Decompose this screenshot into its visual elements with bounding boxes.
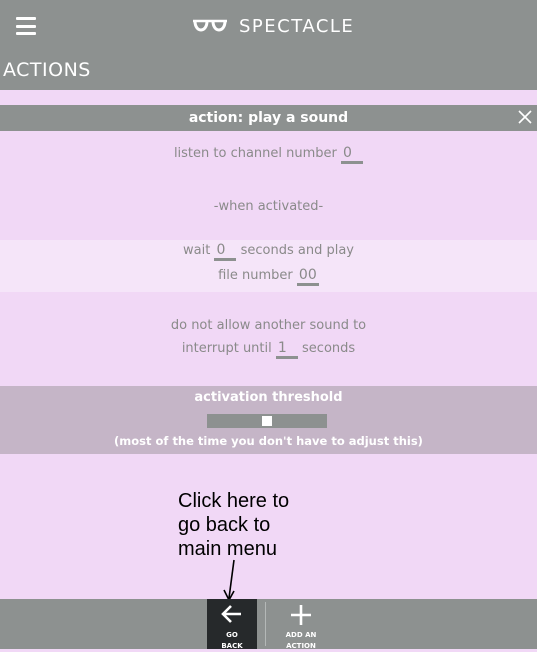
wait-file-section: wait 0 seconds and play file number 00 — [0, 240, 537, 292]
threshold-title: activation threshold — [194, 390, 343, 405]
spectacles-logo-icon — [193, 19, 227, 32]
when-activated-text: -when activated- — [213, 199, 324, 214]
channel-row: listen to channel number 0 — [0, 146, 537, 164]
top-bar: SPECTACLE ACTIONS — [0, 0, 537, 90]
activation-threshold-section: activation threshold (most of the time y… — [0, 386, 537, 454]
annotation-line-2: go back to — [178, 514, 271, 536]
action-title: action: play a sound — [188, 110, 349, 126]
interrupt-label: do not allow another sound to — [170, 318, 367, 333]
page-title: ACTIONS — [3, 59, 91, 81]
threshold-note: (most of the time you don't have to adju… — [114, 434, 423, 448]
go-back-button[interactable]: GO BACK — [207, 599, 257, 650]
spacer — [0, 90, 537, 105]
interrupt-row-1: do not allow another sound to — [0, 318, 537, 333]
file-row: file number 00 — [0, 268, 537, 286]
add-action-label-line-1: ADD AN — [285, 631, 317, 639]
interrupt-seconds-label: seconds — [302, 341, 356, 356]
slider-knob[interactable] — [262, 416, 272, 426]
go-back-label-line-2: BACK — [221, 642, 243, 650]
threshold-slider[interactable] — [207, 414, 327, 428]
channel-label: listen to channel number — [173, 146, 337, 161]
close-icon[interactable] — [516, 108, 534, 126]
interrupt-row-2: interrupt until 1 seconds — [0, 341, 537, 359]
wait-row: wait 0 seconds and play — [0, 243, 537, 261]
when-activated-label: -when activated- — [0, 199, 537, 214]
interrupt-seconds-input[interactable]: 1 — [275, 341, 298, 359]
add-action-label-line-2: ACTION — [286, 642, 316, 650]
channel-input[interactable]: 0 — [341, 146, 364, 164]
annotation-line-1: Click here to — [178, 490, 290, 512]
plus-icon — [291, 605, 311, 625]
add-action-button[interactable]: ADD AN ACTION — [276, 599, 326, 650]
help-annotation: Click here to go back to main menu — [178, 489, 289, 561]
arrow-left-icon — [221, 605, 241, 623]
hamburger-menu-icon[interactable] — [16, 17, 36, 35]
interrupt-until-label: interrupt until — [181, 341, 272, 356]
wait-seconds-input[interactable]: 0 — [214, 243, 237, 261]
wait-label: wait — [183, 243, 211, 258]
brand: SPECTACLE — [192, 13, 354, 39]
go-back-label-line-1: GO — [226, 631, 238, 639]
bottom-bar: GO BACK ADD AN ACTION — [0, 599, 537, 650]
wait-suffix-label: seconds and play — [240, 243, 354, 258]
file-label: file number — [218, 268, 293, 283]
divider — [265, 602, 266, 646]
app-title: SPECTACLE — [239, 15, 355, 37]
file-number-input[interactable]: 00 — [296, 268, 319, 286]
action-header: action: play a sound — [0, 105, 537, 131]
annotation-arrow-icon — [223, 559, 235, 602]
